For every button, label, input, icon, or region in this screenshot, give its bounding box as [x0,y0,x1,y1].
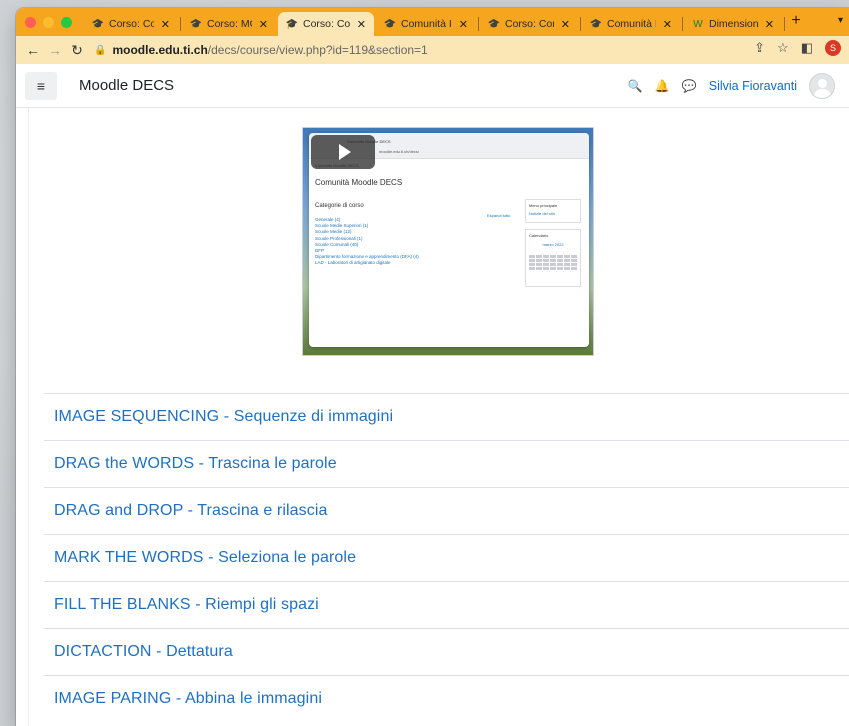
hamburger-menu-icon[interactable]: ≡ [25,71,57,100]
play-icon [338,144,351,160]
activity-link-drag-and-drop[interactable]: DRAG and DROP - Trascina e rilascia [44,487,849,534]
back-arrow-icon[interactable]: ← [22,42,44,58]
tab-strip: 🎓 Corso: Comu ✕ 🎓 Corso: MOOD ✕ 🎓 Corso:… [16,8,849,36]
bookmark-star-icon[interactable]: ☆ [777,40,789,56]
tab-separator [784,17,785,31]
video-preview-expand-all: Espandi tutto [487,213,511,218]
browser-tab-active[interactable]: 🎓 Corso: Comu ✕ [278,12,374,36]
video-preview-url: moodle.edu.ti.ch/decs/ [379,149,420,154]
notification-bell-icon[interactable]: 🔔 [655,79,670,93]
tab-separator [580,17,581,31]
tab-separator [682,17,683,31]
moodle-favicon-icon: 🎓 [383,18,397,30]
calendar-grid [529,255,577,270]
moodle-favicon-icon: 🎓 [487,18,501,30]
video-preview-main-menu-block: Menu principale Notizie del sito [525,199,581,223]
moodle-favicon-icon: 🎓 [189,18,203,30]
calendar-month: marzo 2022 [542,242,564,247]
close-tab-icon[interactable]: ✕ [161,18,170,31]
block-title: Menu principale [529,203,558,208]
wikipedia-favicon-icon: W [693,18,703,30]
activity-link-dictaction[interactable]: DICTACTION - Dettatura [44,628,849,675]
tab-label: Corso: Comu [505,18,554,30]
lock-icon[interactable]: 🔒 [94,45,106,56]
new-tab-plus-icon[interactable]: + [786,12,806,30]
browser-tab[interactable]: 🎓 Corso: Comu ✕ [480,12,578,36]
browser-tab[interactable]: 🎓 Comunità IRI ✕ [582,12,680,36]
moodle-favicon-icon: 🎓 [285,18,299,30]
activity-link-image-sequencing[interactable]: IMAGE SEQUENCING - Sequenze di immagini [44,393,849,440]
close-tab-icon[interactable]: ✕ [663,18,672,31]
activity-link-image-paring[interactable]: IMAGE PARING - Abbina le immagini [44,675,849,722]
address-bar[interactable]: 🔒 moodle.edu.ti.ch/decs/course/view.php?… [94,39,814,61]
close-tab-icon[interactable]: ✕ [259,18,268,31]
site-name-link[interactable]: Moodle DECS [79,77,174,94]
activity-link-mark-the-words[interactable]: MARK THE WORDS - Seleziona le parole [44,534,849,581]
side-panel-icon[interactable]: ◧ [801,40,813,56]
minimize-window-button[interactable] [43,17,54,28]
tab-label: Comunità IRI [401,18,452,30]
search-icon[interactable]: 🔍 [628,79,643,93]
tab-label: Corso: Comu [303,18,350,30]
video-preview-calendar-block: Calendario marzo 2022 [525,229,581,287]
block-item: Notizie del sito [529,211,556,216]
browser-tab[interactable]: W Dimensioni ta ✕ [684,12,782,36]
tab-separator [180,17,181,31]
reload-icon[interactable]: ↻ [66,42,88,59]
list-item: LAD - Laboratori di artigianato digitale [315,260,391,266]
user-avatar[interactable] [809,72,835,99]
browser-window: 🎓 Corso: Comu ✕ 🎓 Corso: MOOD ✕ 🎓 Corso:… [16,8,849,726]
video-preview-category-list: Generale (4) Scuole Medie Superiori (1) … [315,217,419,267]
url-path: /decs/course/view.php?id=119&section=1 [207,43,428,57]
close-tab-icon[interactable]: ✕ [357,18,366,31]
video-preview-categories-title: Categorie di corso [315,203,364,209]
course-section-content: Comunità Moodle DECS moodle.edu.ti.ch/de… [16,108,849,726]
moodle-favicon-icon: 🎓 [91,18,105,30]
profile-avatar-button[interactable]: S [825,40,841,56]
tab-label: Corso: Comu [109,18,154,30]
zoom-window-button[interactable] [61,17,72,28]
tab-search-chevron-icon[interactable]: ▾ [838,15,843,26]
close-window-button[interactable] [25,17,36,28]
content-left-border [28,108,29,726]
close-tab-icon[interactable]: ✕ [459,18,468,31]
messages-chat-icon[interactable]: 💬 [682,79,697,93]
tab-label: Comunità IRI [607,18,656,30]
video-thumbnail[interactable]: Comunità Moodle DECS moodle.edu.ti.ch/de… [302,127,594,356]
browser-tab[interactable]: 🎓 Corso: Comu ✕ [84,12,178,36]
tab-label: Corso: MOOD [207,18,252,30]
user-menu-name[interactable]: Silvia Fioravanti [709,79,797,93]
tab-separator [478,17,479,31]
activity-link-drag-the-words[interactable]: DRAG the WORDS - Trascina le parole [44,440,849,487]
toolbar-actions: ⇪ ☆ ◧ S [754,40,841,56]
activity-link-fill-the-blanks[interactable]: FILL THE BLANKS - Riempi gli spazi [44,581,849,628]
tab-label: Dimensioni ta [709,18,758,30]
forward-arrow-icon[interactable]: → [44,42,66,58]
url-host: moodle.edu.ti.ch [112,43,208,57]
navbar-right: 🔍 🔔 💬 Silvia Fioravanti [628,72,835,99]
browser-tab[interactable]: 🎓 Corso: MOOD ✕ [182,12,276,36]
moodle-favicon-icon: 🎓 [589,18,603,30]
activity-list: IMAGE SEQUENCING - Sequenze di immagini … [44,393,849,722]
video-preview-site-title: Comunità Moodle DECS [315,178,403,187]
browser-tab[interactable]: 🎓 Comunità IRI ✕ [376,12,476,36]
browser-toolbar: ← → ↻ 🔒 moodle.edu.ti.ch/decs/course/vie… [16,36,849,64]
close-tab-icon[interactable]: ✕ [561,18,570,31]
share-icon[interactable]: ⇪ [754,40,765,56]
url-text: moodle.edu.ti.ch/decs/course/view.php?id… [112,43,427,57]
moodle-navbar: ≡ Moodle DECS 🔍 🔔 💬 Silvia Fioravanti [16,64,849,108]
play-video-button[interactable] [311,135,375,169]
close-tab-icon[interactable]: ✕ [765,18,774,31]
block-title: Calendario [529,233,549,238]
